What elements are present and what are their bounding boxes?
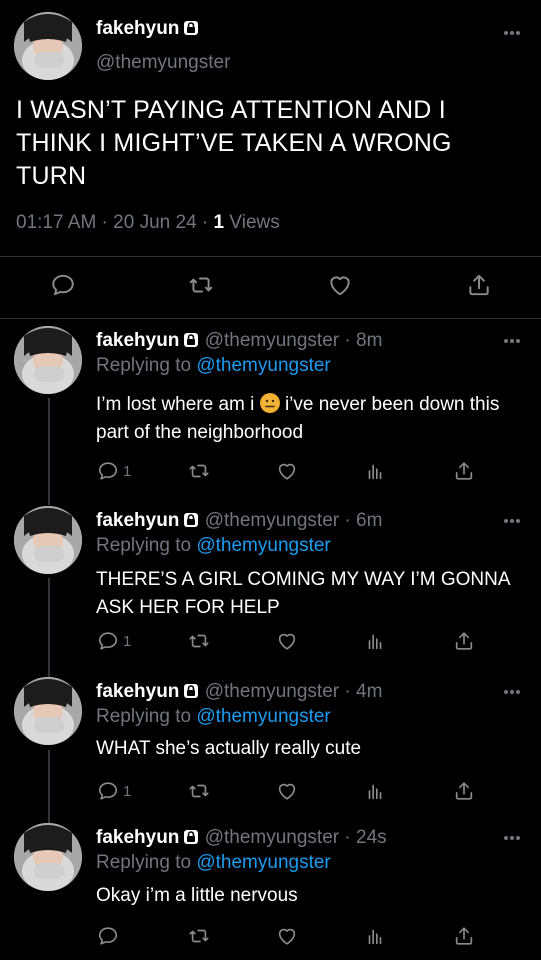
replying-to: Replying to @themyungster (96, 535, 331, 557)
avatar[interactable] (14, 677, 82, 745)
avatar[interactable] (14, 12, 82, 80)
analytics-icon[interactable] (364, 780, 386, 802)
reply-header: fakehyun @themyungster · 6m (96, 510, 383, 531)
tweet-meta: 01:17 AM · 20 Jun 24 · 1 Views (16, 212, 280, 233)
reply-text: I’m lost where am i i’ve never been down… (96, 391, 516, 447)
replying-to: Replying to @themyungster (96, 355, 331, 377)
comment-icon[interactable] (97, 460, 119, 482)
retweet-icon[interactable] (188, 272, 214, 298)
comment-icon[interactable] (50, 272, 76, 298)
main-author[interactable]: fakehyun (96, 18, 199, 40)
tweet-text: I WASN’T PAYING ATTENTION AND I THINK I … (16, 96, 452, 190)
replying-prefix: Replying to (96, 535, 192, 556)
reply-count: 1 (123, 782, 132, 800)
share-icon[interactable] (466, 272, 492, 298)
reply-count: 1 (123, 462, 132, 480)
lock-icon (183, 332, 199, 348)
comment-icon[interactable] (97, 925, 119, 947)
author-name[interactable]: fakehyun (96, 18, 179, 39)
lock-icon (183, 512, 199, 528)
divider (0, 318, 541, 319)
heart-icon[interactable] (276, 460, 298, 482)
avatar[interactable] (14, 506, 82, 574)
author-handle[interactable]: @themyungster (205, 330, 339, 351)
heart-icon[interactable] (276, 925, 298, 947)
analytics-icon[interactable] (364, 460, 386, 482)
author-handle[interactable]: @themyungster (96, 52, 230, 74)
more-icon[interactable] (503, 518, 521, 524)
share-icon[interactable] (453, 780, 475, 802)
thread-line (48, 750, 50, 824)
reply-age[interactable]: 6m (356, 510, 382, 531)
replying-to: Replying to @themyungster (96, 852, 331, 874)
reply-header: fakehyun @themyungster · 4m (96, 681, 383, 702)
reply-button[interactable] (97, 925, 123, 947)
replying-prefix: Replying to (96, 355, 192, 376)
more-icon[interactable] (503, 835, 521, 841)
replying-to: Replying to @themyungster (96, 706, 331, 728)
replying-to-handle[interactable]: @themyungster (196, 355, 330, 376)
retweet-icon[interactable] (188, 460, 210, 482)
avatar[interactable] (14, 823, 82, 891)
more-icon[interactable] (503, 689, 521, 695)
author-name[interactable]: fakehyun (96, 827, 179, 848)
author-name[interactable]: fakehyun (96, 510, 179, 531)
reply-button[interactable]: 1 (97, 460, 131, 482)
reply-text-part: I’m lost where am i (96, 394, 255, 415)
author-handle[interactable]: @themyungster (205, 510, 339, 531)
more-icon[interactable] (503, 338, 521, 344)
author-handle[interactable]: @themyungster (205, 681, 339, 702)
comment-icon[interactable] (97, 780, 119, 802)
lock-icon (183, 683, 199, 699)
views-count: 1 (213, 212, 225, 233)
replying-prefix: Replying to (96, 852, 192, 873)
reply-header: fakehyun @themyungster · 24s (96, 827, 387, 848)
replying-to-handle[interactable]: @themyungster (196, 852, 330, 873)
reply-text: WHAT she’s actually really cute (96, 738, 362, 759)
divider (0, 256, 541, 257)
reply-text: Okay i’m a little nervous (96, 885, 298, 906)
tweet-time[interactable]: 01:17 AM (16, 212, 96, 233)
analytics-icon[interactable] (364, 630, 386, 652)
reply-text: THERE’S A GIRL COMING MY WAY I’M GONNA A… (96, 569, 510, 618)
author-name[interactable]: fakehyun (96, 330, 179, 351)
reply-header: fakehyun @themyungster · 8m (96, 330, 383, 351)
tweet-date[interactable]: 20 Jun 24 (113, 212, 196, 233)
more-icon[interactable] (503, 30, 521, 36)
retweet-icon[interactable] (188, 630, 210, 652)
emoji-icon (259, 393, 280, 413)
thread-line (48, 578, 50, 678)
analytics-icon[interactable] (364, 925, 386, 947)
retweet-icon[interactable] (188, 780, 210, 802)
replying-to-handle[interactable]: @themyungster (196, 706, 330, 727)
views-label: Views (229, 212, 280, 233)
author-handle[interactable]: @themyungster (205, 827, 339, 848)
reply-button[interactable]: 1 (97, 630, 131, 652)
lock-icon (183, 20, 199, 36)
replying-prefix: Replying to (96, 706, 192, 727)
share-icon[interactable] (453, 630, 475, 652)
reply-age[interactable]: 24s (356, 827, 387, 848)
reply-age[interactable]: 4m (356, 681, 382, 702)
reply-count: 1 (123, 632, 132, 650)
replying-to-handle[interactable]: @themyungster (196, 535, 330, 556)
thread-line (48, 398, 50, 505)
heart-icon[interactable] (276, 780, 298, 802)
heart-icon[interactable] (327, 272, 353, 298)
retweet-icon[interactable] (188, 925, 210, 947)
heart-icon[interactable] (276, 630, 298, 652)
avatar[interactable] (14, 326, 82, 394)
comment-icon[interactable] (97, 630, 119, 652)
author-name[interactable]: fakehyun (96, 681, 179, 702)
reply-button[interactable]: 1 (97, 780, 131, 802)
lock-icon (183, 829, 199, 845)
reply-age[interactable]: 8m (356, 330, 382, 351)
share-icon[interactable] (453, 460, 475, 482)
share-icon[interactable] (453, 925, 475, 947)
